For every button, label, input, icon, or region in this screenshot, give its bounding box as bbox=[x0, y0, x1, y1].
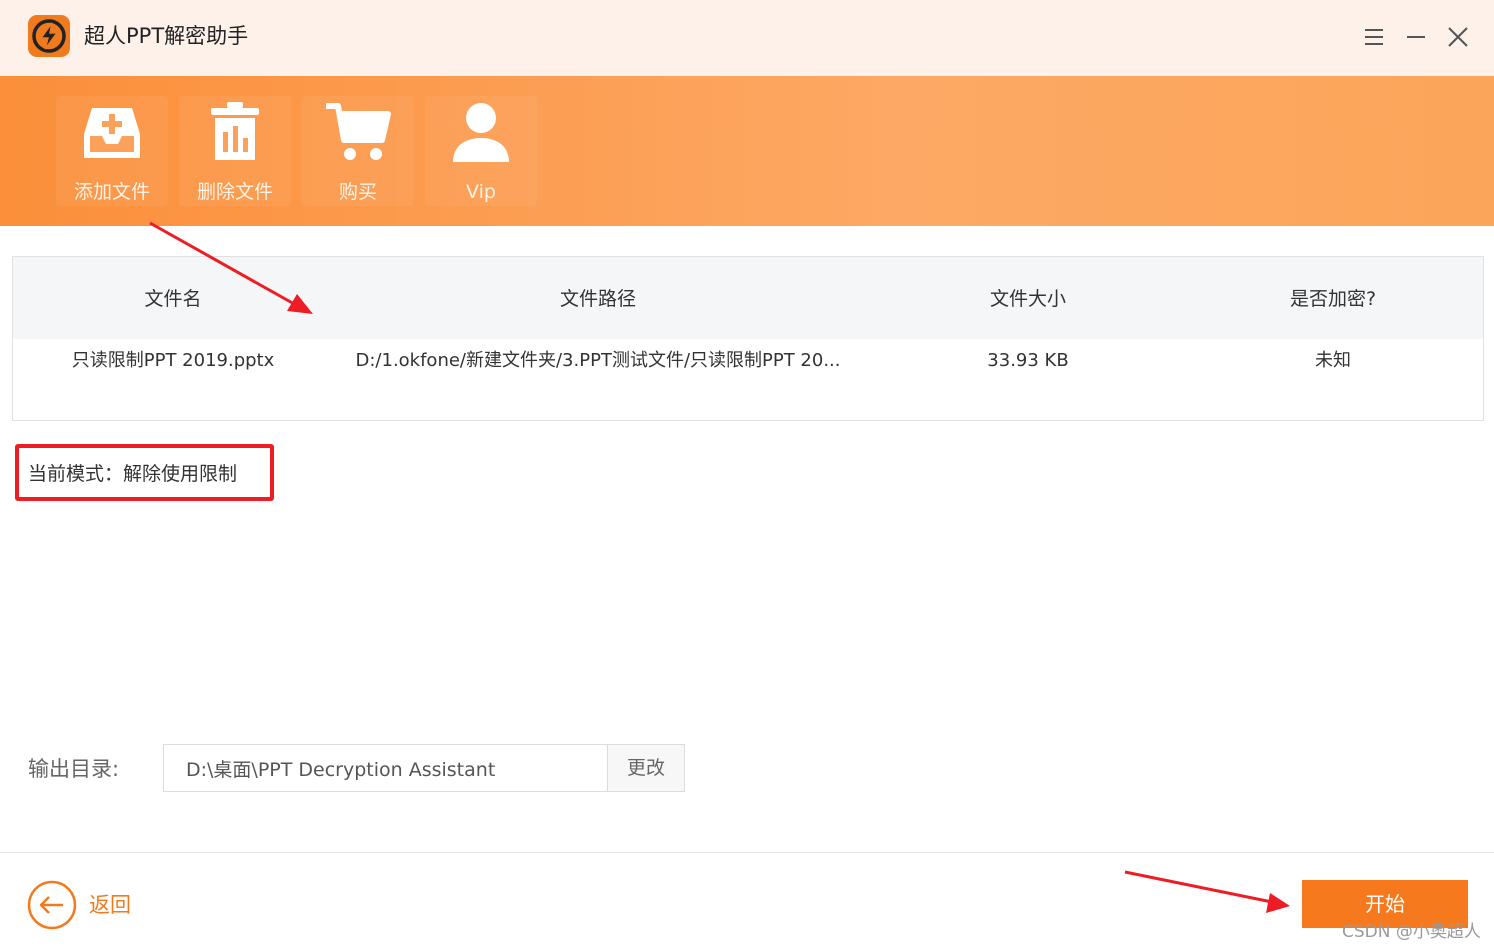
cell-file-size: 33.93 KB bbox=[987, 350, 1069, 371]
arrow-to-start bbox=[1124, 870, 1290, 913]
cart-icon bbox=[302, 96, 414, 172]
cell-file-name: 只读限制PPT 2019.pptx bbox=[71, 350, 275, 371]
output-dir-label: 输出目录: bbox=[28, 757, 120, 781]
app-title: 超人PPT解密助手 bbox=[84, 24, 249, 48]
add-file-label: 添加文件 bbox=[73, 181, 150, 203]
app-window: 超人PPT解密助手 添加文件 删除文件 购买 Vip 文件名 文件路径 文件大小… bbox=[0, 0, 1494, 950]
change-dir-button[interactable]: 更改 bbox=[607, 744, 685, 792]
output-dir-input[interactable] bbox=[163, 744, 608, 792]
header-file-name[interactable]: 文件名 bbox=[23, 286, 323, 312]
buy-label: 购买 bbox=[338, 181, 377, 203]
cell-file-path: D:/1.okfone/新建文件夹/3.PPT测试文件/只读限制PPT 20..… bbox=[355, 350, 841, 371]
delete-file-label: 删除文件 bbox=[196, 181, 273, 203]
header-encrypted[interactable]: 是否加密? bbox=[1193, 286, 1473, 312]
toolbar: 添加文件 删除文件 购买 Vip bbox=[0, 76, 1494, 226]
header-file-path[interactable]: 文件路径 bbox=[343, 286, 853, 312]
table-header: 文件名 文件路径 文件大小 是否加密? bbox=[13, 257, 1483, 339]
add-file-button[interactable]: 添加文件 bbox=[56, 96, 168, 206]
header-file-size[interactable]: 文件大小 bbox=[883, 286, 1173, 312]
vip-button[interactable]: Vip bbox=[425, 96, 537, 206]
back-button[interactable]: 返回 bbox=[27, 880, 147, 930]
vip-label: Vip bbox=[466, 181, 496, 203]
close-icon[interactable] bbox=[1443, 22, 1473, 52]
menu-icon[interactable] bbox=[1359, 22, 1389, 52]
add-file-icon bbox=[56, 96, 168, 172]
trash-icon bbox=[179, 96, 291, 172]
cell-encrypted: 未知 bbox=[1315, 350, 1351, 371]
minimize-icon[interactable] bbox=[1401, 22, 1431, 52]
mode-highlight-box bbox=[15, 444, 274, 501]
watermark: CSDN @小奥超人 bbox=[1342, 922, 1481, 942]
title-bar: 超人PPT解密助手 bbox=[0, 0, 1494, 76]
delete-file-button[interactable]: 删除文件 bbox=[179, 96, 291, 206]
back-arrow-icon bbox=[27, 880, 77, 930]
file-table: 文件名 文件路径 文件大小 是否加密? 只读限制PPT 2019.pptx D:… bbox=[12, 256, 1484, 421]
buy-button[interactable]: 购买 bbox=[302, 96, 414, 206]
footer-divider bbox=[0, 852, 1494, 853]
user-icon bbox=[425, 96, 537, 172]
app-logo-icon bbox=[28, 15, 70, 57]
back-label: 返回 bbox=[89, 893, 131, 917]
